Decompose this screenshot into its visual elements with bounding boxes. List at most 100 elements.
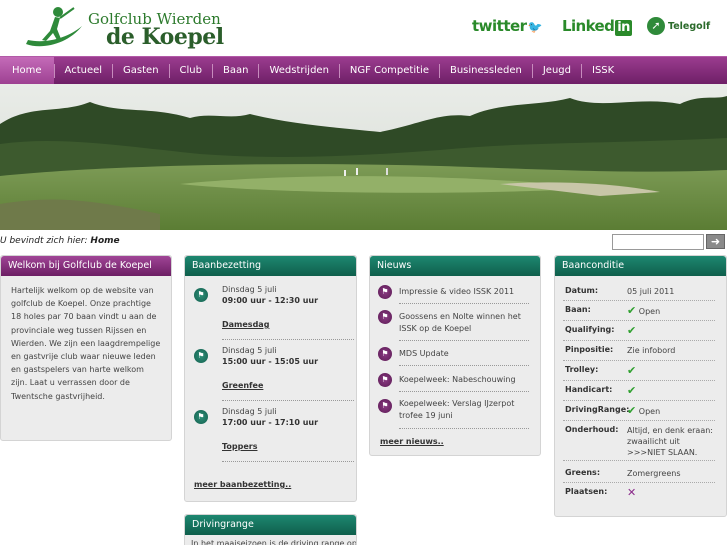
news-item-link[interactable]: MDS Update xyxy=(399,348,531,360)
nav-item-gasten[interactable]: Gasten xyxy=(112,63,169,78)
nav-item-actueel[interactable]: Actueel xyxy=(53,63,113,78)
welcome-text: Hartelijk welkom op de website van golfc… xyxy=(11,286,161,401)
condition-value: ✔ Open xyxy=(627,404,661,417)
main-nav: Home Actueel Gasten Club Baan Wedstrijde… xyxy=(0,56,727,85)
check-icon: ✔ xyxy=(627,364,637,377)
condition-label: Pinpositie: xyxy=(565,345,614,354)
baanconditie-panel: Baanconditie Datum: 05 juli 2011 Baan: ✔… xyxy=(554,255,727,517)
condition-label: Handicart: xyxy=(565,385,613,394)
baanbezetting-panel: Baanbezetting ⚑ Dinsdag 5 juli 09:00 uur… xyxy=(184,255,357,502)
golfer-logo-icon xyxy=(26,7,82,47)
welcome-panel: Welkom bij Golfclub de Koepel Hartelijk … xyxy=(0,255,172,441)
site-header: Golfclub Wierden de Koepel twitter🐦 Link… xyxy=(0,0,727,56)
twitter-label: twitter xyxy=(472,17,527,35)
separator xyxy=(563,482,715,483)
separator xyxy=(399,365,529,366)
condition-value: 05 juli 2011 xyxy=(627,287,675,296)
baan-entry-link[interactable]: Toppers xyxy=(222,442,257,451)
news-item-link[interactable]: Impressie & video ISSK 2011 xyxy=(399,286,531,298)
condition-label: Baan: xyxy=(565,305,591,314)
nav-item-ngf-competitie[interactable]: NGF Competitie xyxy=(338,63,439,78)
baan-entry-date: Dinsdag 5 juli xyxy=(222,407,277,416)
cross-icon: ✕ xyxy=(627,486,637,499)
news-item-link[interactable]: Koepelweek: Verslag IJzerpot trofee 19 j… xyxy=(399,398,531,421)
check-icon: ✔ xyxy=(627,404,637,417)
drivingrange-panel-title: Drivingrange xyxy=(185,515,356,535)
condition-value: ✔ xyxy=(627,385,636,397)
separator xyxy=(399,303,529,304)
condition-value: ✕ xyxy=(627,487,636,499)
twitter-link[interactable]: twitter🐦 xyxy=(472,17,543,35)
separator xyxy=(399,340,529,341)
condition-label: Plaatsen: xyxy=(565,487,608,496)
separator xyxy=(563,360,715,361)
condition-value: ✔ xyxy=(627,365,636,377)
golf-flag-icon: ⚑ xyxy=(378,373,392,387)
nieuws-panel: Nieuws ⚑ Impressie & video ISSK 2011 ⚑ G… xyxy=(369,255,541,456)
linkedin-link[interactable]: Linked in xyxy=(562,17,632,36)
condition-value: Zie infobord xyxy=(627,346,676,355)
check-icon: ✔ xyxy=(627,384,637,397)
baan-entry-time: 17:00 uur - 17:10 uur xyxy=(222,418,319,427)
drivingrange-panel: Drivingrange In het maaiseizoen is de dr… xyxy=(184,514,357,545)
condition-label: DrivingRange: xyxy=(565,405,630,414)
condition-value: ✔ xyxy=(627,325,636,337)
separator xyxy=(222,339,354,340)
more-baanbezetting-link[interactable]: meer baanbezetting.. xyxy=(194,480,291,489)
condition-label: Qualifying: xyxy=(565,325,615,334)
separator xyxy=(563,380,715,381)
separator xyxy=(563,400,715,401)
nav-item-home[interactable]: Home xyxy=(0,56,54,85)
baan-entry-time: 09:00 uur - 12:30 uur xyxy=(222,296,319,305)
golf-flag-icon: ⚑ xyxy=(194,410,208,424)
golf-course-banner xyxy=(0,84,727,230)
golf-flag-icon: ⚑ xyxy=(194,349,208,363)
search-input[interactable] xyxy=(612,234,704,250)
condition-value: Zomergreens xyxy=(627,469,681,478)
nav-item-jeugd[interactable]: Jeugd xyxy=(531,63,581,78)
baanbezetting-panel-title: Baanbezetting xyxy=(185,256,356,276)
separator xyxy=(563,340,715,341)
twitter-bird-icon: 🐦 xyxy=(527,20,543,34)
golf-flag-icon: ⚑ xyxy=(378,347,392,361)
nav-item-baan[interactable]: Baan xyxy=(212,63,258,78)
search-button[interactable]: ➜ xyxy=(706,234,725,249)
nieuws-panel-title: Nieuws xyxy=(370,256,540,276)
separator xyxy=(399,428,529,429)
linkedin-in-badge: in xyxy=(615,20,632,36)
welcome-panel-title: Welkom bij Golfclub de Koepel xyxy=(1,256,171,276)
nav-item-wedstrijden[interactable]: Wedstrijden xyxy=(258,63,338,78)
separator xyxy=(563,460,715,461)
condition-label: Trolley: xyxy=(565,365,599,374)
nav-item-businessleden[interactable]: Businessleden xyxy=(438,63,532,78)
golf-flag-icon: ⚑ xyxy=(194,288,208,302)
separator xyxy=(563,300,715,301)
breadcrumb: U bevindt zich hier: Home xyxy=(0,236,120,246)
club-logo[interactable]: Golfclub Wierden de Koepel xyxy=(22,4,224,52)
arrow-right-icon: ➜ xyxy=(710,235,721,248)
baan-entry-link[interactable]: Greenfee xyxy=(222,381,263,390)
condition-value: ✔ Open xyxy=(627,304,661,317)
more-nieuws-link[interactable]: meer nieuws.. xyxy=(380,437,444,446)
condition-value: Altijd, en denk eraan: zwaailicht uit >>… xyxy=(627,426,714,457)
separator xyxy=(222,400,354,401)
separator xyxy=(563,420,715,421)
telegolf-link[interactable]: ➚ Telegolf xyxy=(647,17,710,35)
golf-course-image xyxy=(0,84,727,230)
news-item-link[interactable]: Goossens en Nolte winnen het ISSK op de … xyxy=(399,311,531,334)
golf-flag-icon: ⚑ xyxy=(378,310,392,324)
baanconditie-panel-title: Baanconditie xyxy=(555,256,726,276)
linkedin-label: Linked xyxy=(562,17,615,35)
telegolf-label: Telegolf xyxy=(668,20,711,32)
breadcrumb-current[interactable]: Home xyxy=(90,236,119,246)
nav-item-club[interactable]: Club xyxy=(168,63,212,78)
drivingrange-text: In het maaiseizoen is de driving range o… xyxy=(191,539,357,545)
separator xyxy=(563,320,715,321)
golf-flag-icon: ⚑ xyxy=(378,285,392,299)
nav-item-issk[interactable]: ISSK xyxy=(581,63,624,78)
separator xyxy=(222,461,354,462)
condition-label: Greens: xyxy=(565,468,601,477)
baan-entry-link[interactable]: Damesdag xyxy=(222,320,269,329)
news-item-link[interactable]: Koepelweek: Nabeschouwing xyxy=(399,374,531,386)
baan-entry-time: 15:00 uur - 15:05 uur xyxy=(222,357,319,366)
